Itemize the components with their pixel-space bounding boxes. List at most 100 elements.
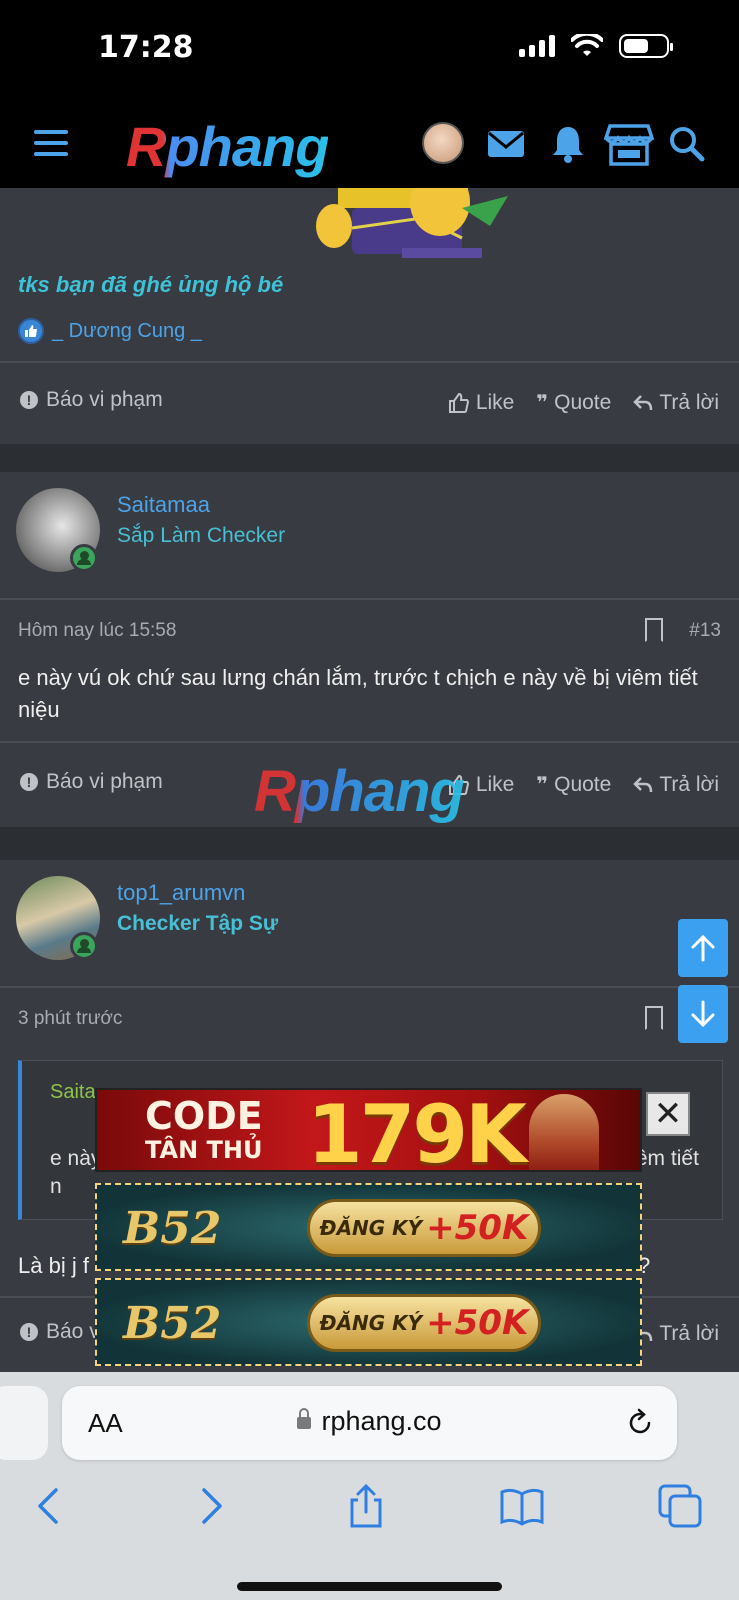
ad-code-line2: TÂN THỦ bbox=[145, 1136, 263, 1164]
address-bar[interactable]: AA rphang.co bbox=[62, 1386, 677, 1460]
online-status-icon bbox=[70, 932, 98, 960]
author-title: Sắp Làm Checker bbox=[117, 524, 286, 547]
like-label: Like bbox=[475, 390, 515, 414]
lock-icon bbox=[297, 1407, 312, 1429]
report-label: Báo vi phạm bbox=[46, 388, 163, 411]
status-time: 17:28 bbox=[98, 30, 194, 65]
ad-register-label: ĐĂNG KÝ bbox=[319, 1311, 423, 1335]
quote-author[interactable]: Saita bbox=[50, 1081, 96, 1104]
post-card: tks bạn đã ghé ủng hộ bé _ Dương Cung _ … bbox=[0, 188, 739, 444]
share-icon[interactable] bbox=[342, 1482, 390, 1530]
reaction-summary[interactable]: _ Dương Cung _ bbox=[18, 318, 202, 344]
ad-code-amount: 179K bbox=[307, 1088, 527, 1172]
report-button[interactable]: ! Báo v bbox=[20, 1320, 100, 1344]
ad-close-button[interactable]: ✕ bbox=[646, 1092, 690, 1136]
site-header: Rphang bbox=[0, 100, 739, 188]
quote-label: Quote bbox=[554, 772, 612, 796]
reload-icon[interactable] bbox=[625, 1408, 655, 1438]
alert-icon: ! bbox=[20, 391, 38, 409]
browser-toolbar bbox=[0, 1482, 739, 1552]
url-text: rphang.co bbox=[321, 1406, 442, 1436]
quote-button[interactable]: ❞ Quote bbox=[536, 772, 611, 797]
bookmark-icon[interactable] bbox=[645, 618, 663, 642]
scroll-top-button[interactable] bbox=[678, 919, 728, 977]
ad-bonus-label: +50K bbox=[426, 1208, 529, 1248]
ad-bonus-label: +50K bbox=[426, 1303, 529, 1343]
quote-button[interactable]: ❞ Quote bbox=[536, 390, 611, 415]
home-indicator bbox=[237, 1582, 502, 1591]
post-time[interactable]: 3 phút trước bbox=[18, 1008, 122, 1030]
reply-button[interactable]: Trả lời bbox=[633, 391, 719, 415]
wifi-icon bbox=[571, 34, 603, 56]
report-button[interactable]: ! Báo vi phạm bbox=[20, 388, 163, 412]
alert-icon: ! bbox=[20, 1323, 38, 1341]
tabs-icon[interactable] bbox=[656, 1482, 704, 1530]
ad-register-label: ĐĂNG KÝ bbox=[319, 1216, 423, 1240]
forward-icon[interactable] bbox=[186, 1482, 234, 1530]
divider bbox=[0, 361, 739, 363]
status-bar: 17:28 bbox=[0, 0, 739, 100]
sticker-image bbox=[316, 188, 508, 258]
scroll-bottom-button[interactable] bbox=[678, 985, 728, 1043]
post-meta: Hôm nay lúc 15:58 #13 bbox=[0, 618, 739, 660]
author-title: Checker Tập Sự bbox=[117, 912, 279, 935]
reply-label: Trả lời bbox=[659, 390, 719, 414]
ad-banner-b52[interactable]: B52 ĐĂNG KÝ +50K bbox=[95, 1278, 642, 1366]
post-number[interactable]: #13 bbox=[689, 620, 721, 642]
bell-icon[interactable] bbox=[546, 122, 590, 166]
author-username[interactable]: Saitamaa bbox=[117, 492, 210, 518]
watermark-logo: Rphang bbox=[254, 759, 465, 824]
reply-arrow-icon bbox=[633, 394, 653, 410]
author-username[interactable]: top1_arumvn bbox=[117, 880, 245, 906]
post-actions: ! Báo vi phạm Like ❞ Quote Trả lời bbox=[0, 388, 739, 448]
quote-label: Quote bbox=[554, 390, 612, 414]
post-body: e này vú ok chứ sau lưng chán lắm, trước… bbox=[18, 665, 698, 722]
mail-icon[interactable] bbox=[484, 122, 528, 166]
previous-tab-peek[interactable] bbox=[0, 1386, 48, 1460]
ad-b52-brand: B52 bbox=[123, 1298, 222, 1349]
hamburger-menu-icon[interactable] bbox=[34, 130, 68, 156]
report-button[interactable]: ! Báo vi phạm bbox=[20, 770, 163, 794]
signature-text: tks bạn đã ghé ủng hộ bé bbox=[18, 272, 284, 297]
like-label: Like bbox=[475, 772, 515, 796]
site-logo[interactable]: Rphang bbox=[126, 114, 329, 179]
address-url[interactable]: rphang.co bbox=[62, 1406, 677, 1437]
search-icon[interactable] bbox=[668, 122, 706, 166]
battery-icon bbox=[619, 34, 673, 58]
ad-b52-brand: B52 bbox=[123, 1203, 222, 1254]
ad-register-pill: ĐĂNG KÝ +50K bbox=[307, 1199, 541, 1257]
post-action-buttons: Like ❞ Quote Trả lời bbox=[448, 390, 719, 415]
store-icon[interactable] bbox=[604, 122, 654, 166]
reaction-user[interactable]: _ Dương Cung _ bbox=[52, 320, 202, 343]
user-avatar[interactable] bbox=[422, 122, 464, 164]
reply-label: Trả lời bbox=[659, 1322, 719, 1345]
report-label: Báo vi phạm bbox=[46, 770, 163, 793]
online-status-icon bbox=[70, 544, 98, 572]
reply-button[interactable]: Trả lời bbox=[633, 1322, 719, 1346]
post-body-start: Là bị j f bbox=[18, 1253, 89, 1278]
post-meta: 3 phút trước bbox=[0, 1006, 739, 1048]
quote-icon: ❞ bbox=[536, 392, 549, 414]
reply-label: Trả lời bbox=[659, 772, 719, 796]
report-label: Báo v bbox=[46, 1320, 100, 1343]
bookmarks-icon[interactable] bbox=[498, 1482, 546, 1530]
reply-button[interactable]: Trả lời bbox=[633, 773, 719, 797]
post-time[interactable]: Hôm nay lúc 15:58 bbox=[18, 620, 176, 642]
like-reaction-icon bbox=[18, 318, 44, 344]
post-author: Saitamaa Sắp Làm Checker bbox=[0, 472, 739, 592]
alert-icon: ! bbox=[20, 773, 38, 791]
browser-chrome: AA rphang.co bbox=[0, 1372, 739, 1600]
thumbs-up-icon bbox=[448, 392, 469, 413]
cellular-signal-icon bbox=[519, 35, 555, 57]
arrow-up-icon bbox=[691, 934, 715, 962]
reply-arrow-icon bbox=[633, 776, 653, 792]
ad-banner-b52[interactable]: B52 ĐĂNG KÝ +50K bbox=[95, 1183, 642, 1271]
post-action-buttons: Trả lời bbox=[633, 1322, 719, 1346]
ad-banner-code[interactable]: CODE TÂN THỦ 179K bbox=[95, 1088, 642, 1172]
like-button[interactable]: Like bbox=[448, 390, 515, 415]
bookmark-icon[interactable] bbox=[645, 1006, 663, 1030]
post-action-buttons: Like ❞ Quote Trả lời bbox=[448, 772, 719, 797]
status-icons bbox=[519, 34, 673, 58]
quote-icon: ❞ bbox=[536, 774, 549, 796]
back-icon[interactable] bbox=[26, 1482, 74, 1530]
